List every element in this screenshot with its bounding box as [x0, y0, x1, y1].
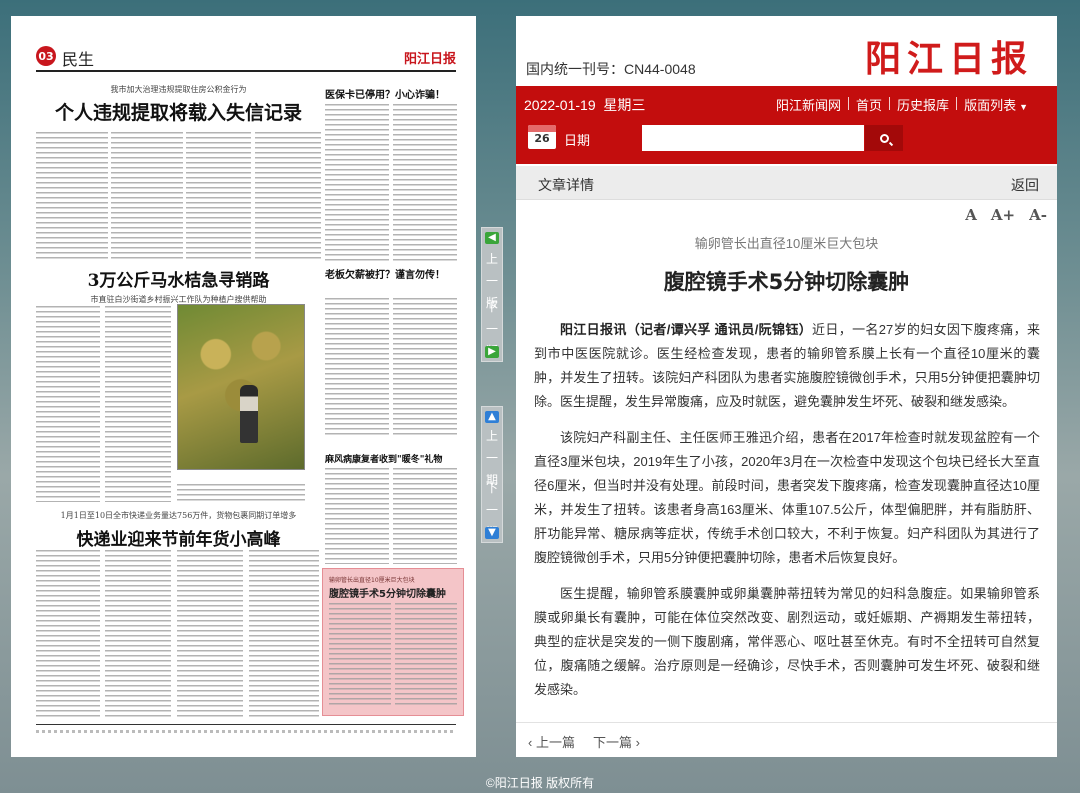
issn-number: 国内统一刊号：CN44-0048 — [526, 61, 696, 77]
text-column — [177, 550, 243, 718]
text-column — [393, 468, 457, 564]
header-rule — [36, 70, 456, 72]
text-column — [325, 298, 389, 438]
story-medical-card[interactable]: 医保卡已停用？小心诈骗！ — [325, 86, 460, 101]
font-larger-button[interactable]: A+ — [991, 206, 1015, 224]
article-paragraph: 医生提醒，输卵管系膜囊肿或卵巢囊肿蒂扭转为常见的妇科急腹症。如果输卵管系膜或卵巢… — [534, 586, 1040, 697]
story-oranges[interactable]: 3万公斤马水桔急寻销路 市直驻白沙街道乡村振兴工作队为种植户搜供帮助 — [36, 266, 321, 305]
story-headline: 3万公斤马水桔急寻销路 — [87, 271, 270, 291]
newspaper-page[interactable]: 03 民生 阳江日报 我市加大治理违规提取住房公积金行为 个人违规提取将载入失信… — [11, 16, 476, 757]
issue-date: 2022-01-19 星期三 — [524, 95, 645, 115]
story-unpaid-wage[interactable]: 老板欠薪被打？谨言勿传！ — [325, 266, 460, 281]
article-subtitle: 输卵管长出直径10厘米巨大包块 — [694, 236, 879, 251]
photo-figure — [240, 385, 258, 443]
text-column — [325, 468, 389, 564]
article-body: 阳江日报讯（记者/谭兴孚 通讯员/阮锦钰）近日，一名27岁的妇女因下腹疼痛，来到… — [534, 318, 1040, 714]
text-column — [36, 132, 108, 260]
calendar-day: 26 — [534, 132, 550, 145]
article-panel: 国内统一刊号：CN44-0048 阳江日报 2022-01-19 星期三 阳江新… — [516, 16, 1057, 757]
story-credit-record[interactable]: 我市加大治理违规提取住房公积金行为 个人违规提取将载入失信记录 — [36, 84, 321, 125]
article-pager: ‹ 上一篇 下一篇 › — [528, 732, 640, 751]
link-divider — [956, 97, 958, 110]
text-column — [186, 132, 251, 260]
arrow-left-icon[interactable]: ◀ — [485, 232, 499, 244]
newspaper-logo: 阳江日报 — [403, 52, 456, 67]
calendar-icon[interactable]: 26 — [528, 125, 556, 149]
article-paragraph: 该院妇产科副主任、主任医师王雅迅介绍，患者在2017年检查时就发现盆腔有一个直径… — [534, 430, 1040, 565]
text-column — [255, 132, 321, 260]
current-article-highlight[interactable]: 输卵管长出直径10厘米巨大包块 腹腔镜手术5分钟切除囊肿 — [322, 568, 464, 716]
search-input[interactable] — [642, 125, 864, 151]
copyright-text: ©阳江日报 版权所有 — [485, 776, 595, 790]
top-nav-bar: 2022-01-19 星期三 阳江新闻网 首页 历史报库 版面列表 ▼ 26 日期 — [516, 86, 1057, 164]
top-links: 阳江新闻网 首页 历史报库 版面列表 ▼ — [769, 95, 1035, 114]
search-icon — [879, 133, 889, 143]
text-column — [105, 550, 171, 718]
text-column — [105, 306, 171, 502]
site-logo[interactable]: 阳江日报 — [865, 30, 1033, 82]
page-nav-strip: ◀ 上一版 下一版 ▶ — [481, 227, 503, 362]
story-kicker: 我市加大治理违规提取住房公积金行为 — [110, 85, 247, 94]
story-headline: 腹腔镜手术5分钟切除囊肿 — [329, 589, 446, 600]
newspaper-header: 03 民生 阳江日报 — [36, 46, 456, 69]
text-column — [329, 603, 391, 707]
back-button[interactable]: 返回 — [1011, 175, 1039, 195]
font-size-tools: A A+ A- — [965, 206, 1047, 224]
story-headline: 个人违规提取将载入失信记录 — [54, 102, 302, 124]
font-normal-button[interactable]: A — [965, 206, 977, 224]
date-picker-label[interactable]: 日期 — [564, 130, 590, 149]
link-home[interactable]: 首页 — [849, 95, 889, 114]
article-detail-bar: 文章详情 返回 — [516, 166, 1057, 200]
page-section-name: 民生 — [62, 50, 95, 69]
story-headline: 麻风病康复者收到"暖冬"礼物 — [325, 455, 443, 465]
link-divider — [889, 97, 891, 110]
detail-title: 文章详情 — [538, 177, 594, 193]
text-column — [395, 603, 457, 707]
chevron-down-icon: ▼ — [1019, 102, 1028, 112]
date-value: 2022-01-19 — [524, 97, 596, 113]
article-title: 腹腔镜手术5分钟切除囊肿 — [663, 270, 910, 294]
text-column — [36, 306, 100, 502]
link-divider — [848, 97, 850, 110]
next-article-link[interactable]: 下一篇 › — [593, 732, 640, 751]
article-paragraph: 阳江日报讯（记者/谭兴孚 通讯员/阮锦钰）近日，一名27岁的妇女因下腹疼痛，来到… — [534, 318, 1040, 414]
story-headline: 医保卡已停用？小心诈骗！ — [325, 90, 445, 101]
page-list-label: 版面列表 — [964, 98, 1017, 113]
issue-nav-strip: ▲ 上一期 下一期 ▼ — [481, 406, 503, 543]
text-column — [249, 550, 319, 718]
story-express-delivery[interactable]: 1月1日至10日全市快递业务量达756万件，货物包裹同期订单增多 快递业迎来节前… — [36, 510, 321, 550]
text-column — [111, 132, 183, 260]
arrow-right-icon[interactable]: ▶ — [485, 346, 499, 358]
newspaper-footer — [36, 724, 456, 736]
text-column — [36, 550, 100, 718]
story-headline: 快递业迎来节前年货小高峰 — [76, 530, 281, 550]
story-kicker: 输卵管长出直径10厘米巨大包块 — [329, 577, 415, 584]
text-column — [393, 298, 457, 438]
text-column — [393, 104, 457, 262]
story-headline: 老板欠薪被打？谨言勿传！ — [325, 270, 445, 281]
story-leprosy-gift[interactable]: 麻风病康复者收到"暖冬"礼物 — [325, 452, 460, 465]
pager-divider — [516, 722, 1057, 723]
link-yangjiang-news[interactable]: 阳江新闻网 — [769, 95, 848, 114]
link-archive[interactable]: 历史报库 — [890, 95, 956, 114]
story-kicker: 1月1日至10日全市快递业务量达756万件，货物包裹同期订单增多 — [60, 511, 297, 520]
link-page-list[interactable]: 版面列表 ▼ — [957, 95, 1035, 114]
page-number-badge: 03 — [36, 46, 56, 66]
news-photo — [177, 304, 305, 470]
arrow-down-icon[interactable]: ▼ — [485, 527, 499, 539]
search-button[interactable] — [865, 125, 903, 151]
arrow-up-icon[interactable]: ▲ — [485, 411, 499, 423]
font-smaller-button[interactable]: A- — [1029, 206, 1047, 224]
masthead: 国内统一刊号：CN44-0048 阳江日报 — [516, 16, 1057, 86]
article-lead: 阳江日报讯（记者/谭兴孚 通讯员/阮锦钰） — [560, 322, 813, 337]
text-column — [177, 484, 305, 502]
text-column — [325, 104, 389, 262]
prev-article-link[interactable]: ‹ 上一篇 — [528, 732, 575, 751]
weekday-value: 星期三 — [603, 97, 646, 113]
